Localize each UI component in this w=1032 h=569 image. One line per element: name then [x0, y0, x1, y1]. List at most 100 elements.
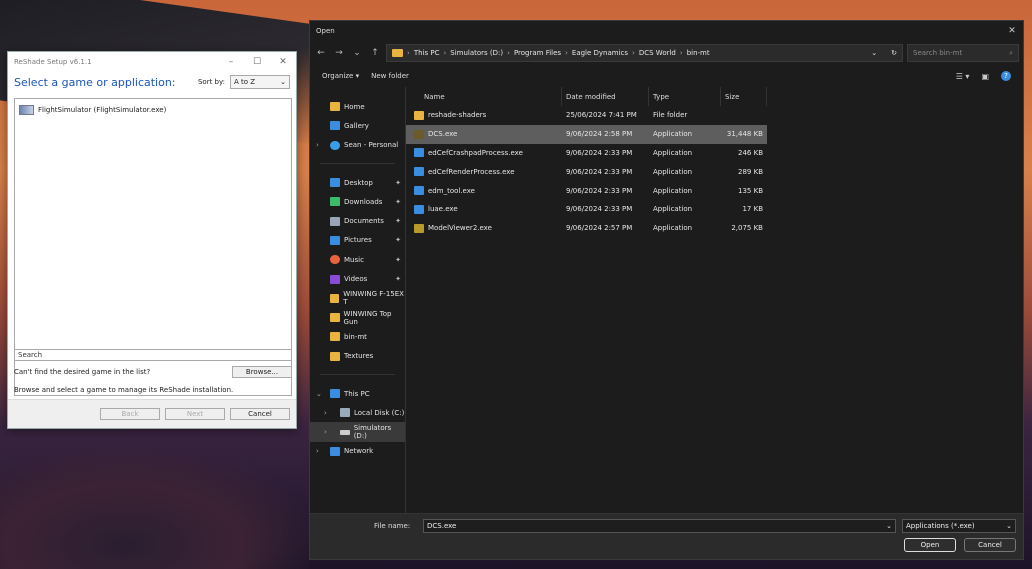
browse-button[interactable]: Browse...: [232, 366, 292, 378]
chevron-down-icon[interactable]: ⌄: [886, 522, 892, 530]
nav-item-pictures[interactable]: Pictures ✦: [310, 231, 405, 250]
nav-item-simulators-drive[interactable]: › Simulators (D:): [310, 422, 405, 442]
file-row[interactable]: DCS.exe 9/06/2024 2:58 PM Application 31…: [406, 124, 767, 144]
file-row[interactable]: reshade-shaders 25/06/2024 7:41 PM File …: [406, 106, 1023, 125]
pictures-icon: [330, 235, 340, 245]
column-header-name[interactable]: Name: [406, 87, 562, 106]
file-name-value: DCS.exe: [427, 522, 457, 530]
file-type-select[interactable]: Applications (*.exe) ⌄: [902, 519, 1016, 533]
refresh-icon[interactable]: ↻: [891, 49, 897, 57]
new-folder-button[interactable]: New folder: [371, 72, 409, 80]
search-input[interactable]: Search bin-mt ⌕: [907, 44, 1019, 62]
folder-icon: [392, 49, 403, 57]
pin-icon[interactable]: ✦: [395, 179, 401, 187]
column-header-date[interactable]: Date modified: [562, 87, 649, 106]
address-bar[interactable]: › This PC › Simulators (D:) › Program Fi…: [386, 44, 903, 62]
pin-icon[interactable]: ✦: [395, 236, 401, 244]
sort-label: Sort by:: [197, 78, 225, 86]
nav-item-videos[interactable]: Videos ✦: [310, 269, 405, 288]
breadcrumb-item[interactable]: Simulators (D:): [450, 49, 503, 57]
close-icon[interactable]: ✕: [270, 57, 296, 67]
file-row[interactable]: edCefCrashpadProcess.exe 9/06/2024 2:33 …: [406, 144, 1023, 163]
folder-icon: [330, 351, 340, 361]
column-header-type[interactable]: Type: [649, 87, 721, 106]
folder-icon: [414, 110, 424, 120]
breadcrumb-item[interactable]: This PC: [414, 49, 440, 57]
app-icon: [414, 204, 424, 214]
reshade-heading: Select a game or application:: [14, 75, 176, 89]
dialog-titlebar: Open ✕: [310, 21, 1023, 40]
file-row[interactable]: edCefRenderProcess.exe 9/06/2024 2:33 PM…: [406, 162, 1023, 181]
help-icon[interactable]: ?: [1001, 71, 1011, 81]
nav-item-folder[interactable]: bin-mt: [310, 327, 405, 346]
videos-icon: [330, 274, 340, 284]
app-icon: [414, 167, 424, 177]
pin-icon[interactable]: ✦: [395, 256, 401, 264]
up-arrow-icon[interactable]: ↑: [368, 48, 382, 58]
nav-item-documents[interactable]: Documents ✦: [310, 211, 405, 230]
column-header-size[interactable]: Size: [721, 87, 767, 106]
breadcrumb-item[interactable]: bin-mt: [687, 49, 710, 57]
maximize-icon[interactable]: ☐: [244, 57, 270, 67]
nav-item-this-pc[interactable]: ⌄ This PC: [310, 384, 405, 403]
file-row[interactable]: ModelViewer2.exe 9/06/2024 2:57 PM Appli…: [406, 219, 1023, 238]
nav-item-folder[interactable]: Textures: [310, 347, 405, 366]
minimize-icon[interactable]: –: [218, 57, 244, 67]
sort-select[interactable]: A to Z ⌄: [230, 75, 290, 89]
nav-item-onedrive[interactable]: › Sean - Personal: [310, 136, 405, 155]
nav-item-gallery[interactable]: Gallery: [310, 116, 405, 135]
chevron-right-icon[interactable]: ›: [324, 409, 327, 417]
gallery-icon: [330, 121, 340, 131]
chevron-right-icon[interactable]: ›: [316, 141, 319, 149]
back-button[interactable]: Back: [100, 408, 160, 420]
nav-item-folder[interactable]: WINWING F-15EX T: [310, 289, 405, 308]
back-arrow-icon[interactable]: ←: [314, 48, 328, 58]
open-button[interactable]: Open: [904, 538, 956, 552]
forward-arrow-icon[interactable]: →: [332, 48, 346, 58]
reshade-header: Select a game or application: Sort by: A…: [8, 71, 296, 93]
navigation-pane: Home Gallery › Sean - Personal Desktop ✦ D…: [310, 87, 406, 515]
chevron-right-icon[interactable]: ›: [316, 447, 319, 455]
browse-row: Can't find the desired game in the list?…: [14, 365, 292, 379]
organize-button[interactable]: Organize ▾: [322, 72, 359, 80]
nav-item-music[interactable]: Music ✦: [310, 250, 405, 269]
file-list-header: Name Date modified Type Size: [406, 87, 1023, 106]
breadcrumb-item[interactable]: DCS World: [639, 49, 676, 57]
cancel-button[interactable]: Cancel: [230, 408, 290, 420]
nav-item-network[interactable]: › Network: [310, 442, 405, 461]
next-button[interactable]: Next: [165, 408, 225, 420]
chevron-right-icon[interactable]: ›: [324, 428, 327, 436]
file-name-field[interactable]: DCS.exe ⌄: [423, 519, 896, 533]
home-icon: [330, 102, 340, 112]
chevron-down-icon[interactable]: ⌄: [316, 390, 322, 398]
hint-text: Browse and select a game to manage its R…: [14, 386, 234, 394]
reshade-window-title: ReShade Setup v6.1.1: [14, 57, 92, 66]
breadcrumb: › This PC › Simulators (D:) › Program Fi…: [392, 49, 867, 57]
file-row[interactable]: edm_tool.exe 9/06/2024 2:33 PM Applicati…: [406, 181, 1023, 200]
breadcrumb-item[interactable]: Eagle Dynamics: [572, 49, 628, 57]
preview-pane-icon[interactable]: ▣: [981, 72, 989, 81]
cancel-button[interactable]: Cancel: [964, 538, 1016, 552]
background-clouds: [0, 449, 310, 569]
close-icon[interactable]: ✕: [1001, 26, 1023, 36]
pin-icon[interactable]: ✦: [395, 217, 401, 225]
download-icon: [330, 197, 340, 207]
nav-item-downloads[interactable]: Downloads ✦: [310, 192, 405, 211]
divider: [320, 155, 395, 164]
address-bar-row: ← → ⌄ ↑ › This PC › Simulators (D:) › Pr…: [310, 40, 1023, 66]
breadcrumb-item[interactable]: Program Files: [514, 49, 561, 57]
pin-icon[interactable]: ✦: [395, 198, 401, 206]
view-options-icon[interactable]: ☰ ▾: [956, 72, 970, 81]
pin-icon[interactable]: ✦: [395, 275, 401, 283]
app-icon: [414, 186, 424, 196]
list-item[interactable]: FlightSimulator (FlightSimulator.exe): [19, 105, 287, 115]
nav-item-local-disk[interactable]: › Local Disk (C:): [310, 403, 405, 422]
nav-item-folder[interactable]: WINWING Top Gun: [310, 308, 405, 327]
nav-item-home[interactable]: Home: [310, 97, 405, 116]
chevron-down-icon[interactable]: ⌄: [350, 48, 364, 58]
search-input[interactable]: Search: [14, 349, 292, 361]
chevron-down-icon[interactable]: ⌄: [871, 49, 877, 57]
nav-item-desktop[interactable]: Desktop ✦: [310, 173, 405, 192]
drive-icon: [340, 408, 350, 418]
file-row[interactable]: luae.exe 9/06/2024 2:33 PM Application 1…: [406, 200, 1023, 219]
